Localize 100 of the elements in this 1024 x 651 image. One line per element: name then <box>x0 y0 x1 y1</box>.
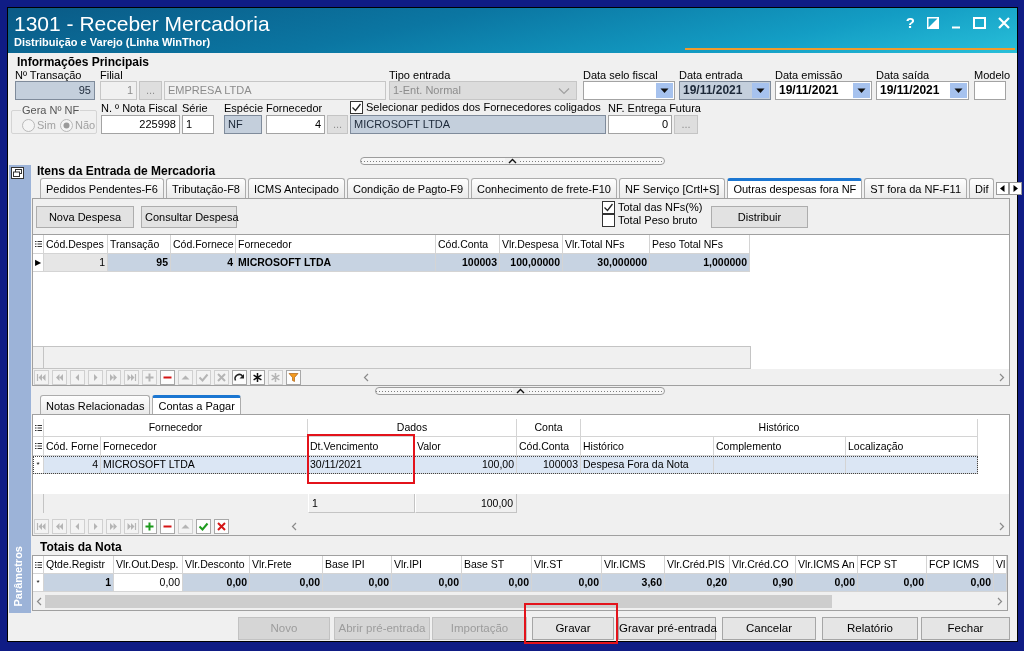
list-icon[interactable] <box>34 240 42 248</box>
cross-icon[interactable] <box>214 518 229 534</box>
text-field[interactable]: 95 <box>15 81 95 100</box>
section-title: Informações Principais <box>17 56 151 69</box>
funnel-icon[interactable] <box>286 369 301 385</box>
summary-cell: 100,00 <box>415 494 517 513</box>
text-field[interactable]: 4 <box>266 115 325 134</box>
table-cell: 0,00 <box>532 574 602 592</box>
table-cell: 30/11/2021 <box>308 456 415 474</box>
scrollbar-thumb[interactable] <box>45 594 832 608</box>
table-cell: 1 <box>44 254 108 272</box>
tab[interactable]: Contas a Pagar <box>152 395 241 414</box>
field-label: Fornecedor <box>266 101 324 115</box>
close-form-button[interactable]: Fechar <box>921 617 1010 640</box>
checkbox[interactable] <box>602 214 615 227</box>
checkbox[interactable] <box>350 101 363 114</box>
splitter-handle[interactable] <box>360 157 665 165</box>
field-label: N. º Nota Fiscal <box>101 101 179 115</box>
table-cell: 3,60 <box>602 574 665 592</box>
date-field[interactable] <box>583 81 675 100</box>
table-cell: 0,00 <box>462 574 532 592</box>
field-label: Data saída <box>876 69 931 81</box>
tab[interactable]: Outras despesas fora NF <box>727 178 863 198</box>
chevron-left-icon[interactable] <box>291 521 297 531</box>
half-filled-square-icon[interactable] <box>927 17 939 29</box>
dropdown-icon[interactable] <box>950 83 967 98</box>
caret-up-icon[interactable] <box>505 158 520 164</box>
checkmark-icon[interactable] <box>196 518 211 534</box>
action-button[interactable]: Nova Despesa <box>36 206 134 228</box>
tab[interactable]: ICMS Antecipado <box>248 178 345 198</box>
date-field[interactable]: 19/11/2021 <box>876 81 969 100</box>
tab[interactable]: ST fora da NF-F11 <box>864 178 967 198</box>
dropdown-icon[interactable] <box>752 83 769 98</box>
table-cell: 0,90 <box>730 574 796 592</box>
text-field[interactable]: NF <box>224 115 262 134</box>
table-cell: 1,000000 <box>650 254 750 272</box>
horizontal-scrollbar[interactable] <box>33 592 1007 610</box>
report-button[interactable]: Relatório <box>822 617 918 640</box>
table-cell: 0,00 <box>927 574 994 592</box>
text-field[interactable] <box>974 81 1006 100</box>
table-cell: 0,20 <box>665 574 730 592</box>
list-icon[interactable] <box>34 423 42 432</box>
chevron-left-icon[interactable] <box>36 596 42 606</box>
text-field[interactable]: MICROSOFT LTDA <box>350 115 606 134</box>
radio-label: Não <box>74 119 96 132</box>
table-cell: 100003 <box>517 456 581 474</box>
checkbox-label: Total Peso bruto <box>618 214 698 227</box>
asterisk-icon[interactable] <box>250 369 265 385</box>
dropdown-icon[interactable] <box>656 83 673 98</box>
field-label: Nº Transação <box>15 69 83 81</box>
minus-icon[interactable] <box>160 518 175 534</box>
tab[interactable]: Tributação-F8 <box>165 178 246 198</box>
checkbox[interactable] <box>602 201 615 214</box>
text-field[interactable]: 225998 <box>101 115 180 134</box>
dropdown-icon[interactable] <box>853 83 870 98</box>
group-label: Gera Nº NF <box>21 104 81 117</box>
chevron-left-icon[interactable] <box>363 372 369 382</box>
table-cell: 0,00 <box>114 574 183 592</box>
plus-icon[interactable] <box>142 518 157 534</box>
field-label: Série <box>182 101 209 115</box>
table-cell: 4 <box>171 254 236 272</box>
table-cell: MICROSOFT LTDA <box>101 456 308 474</box>
date-field[interactable]: 19/11/2021 <box>775 81 872 100</box>
tab[interactable]: Pedidos Pendentes-F6 <box>40 178 164 198</box>
field-label: Data entrada <box>679 69 744 81</box>
save-pre-entry-button[interactable]: Gravar pré-entrada <box>618 617 716 640</box>
text-field[interactable]: 1 <box>182 115 214 134</box>
date-field[interactable]: 19/11/2021 <box>679 81 771 100</box>
table-cell: 0,00 <box>323 574 392 592</box>
field-label: Data selo fiscal <box>583 69 659 81</box>
minus-icon[interactable] <box>160 369 175 385</box>
restore-icon[interactable] <box>11 167 24 179</box>
list-icon[interactable] <box>34 442 42 450</box>
list-icon[interactable] <box>34 560 42 569</box>
chevron-right-icon[interactable] <box>999 521 1005 531</box>
chevron-right-icon[interactable] <box>999 372 1005 382</box>
maximize-icon[interactable] <box>973 17 986 29</box>
text-field[interactable]: 0 <box>608 115 672 134</box>
table-cell: 0,00 <box>796 574 858 592</box>
save-button[interactable]: Gravar <box>532 617 614 640</box>
table-cell: 1 <box>44 574 114 592</box>
tab[interactable]: Dif <box>969 178 995 198</box>
table-cell: 4 <box>44 456 101 474</box>
section-title: Totais da Nota <box>39 539 123 555</box>
tab[interactable]: Condição de Pagto-F9 <box>347 178 470 198</box>
table-cell: 95 <box>108 254 171 272</box>
chevron-right-icon[interactable] <box>997 596 1003 606</box>
caret-up-icon[interactable] <box>512 388 528 394</box>
splitter-handle[interactable] <box>375 387 665 395</box>
band-header: Dados <box>308 419 517 437</box>
window-title: 1301 - Receber Mercadoria <box>14 11 270 36</box>
tab[interactable]: NF Serviço [Crtl+S] <box>619 178 726 198</box>
distribute-button[interactable]: Distribuir <box>711 206 808 228</box>
action-button[interactable]: Consultar Despesa <box>141 206 237 228</box>
tab[interactable]: Conhecimento de frete-F10 <box>471 178 617 198</box>
field-label: Data emissão <box>775 69 844 81</box>
close-icon[interactable] <box>998 17 1010 29</box>
tab[interactable]: Notas Relacionadas <box>40 395 151 414</box>
table-cell: MICROSOFT LTDA <box>236 254 436 272</box>
cancel-button[interactable]: Cancelar <box>722 617 816 640</box>
